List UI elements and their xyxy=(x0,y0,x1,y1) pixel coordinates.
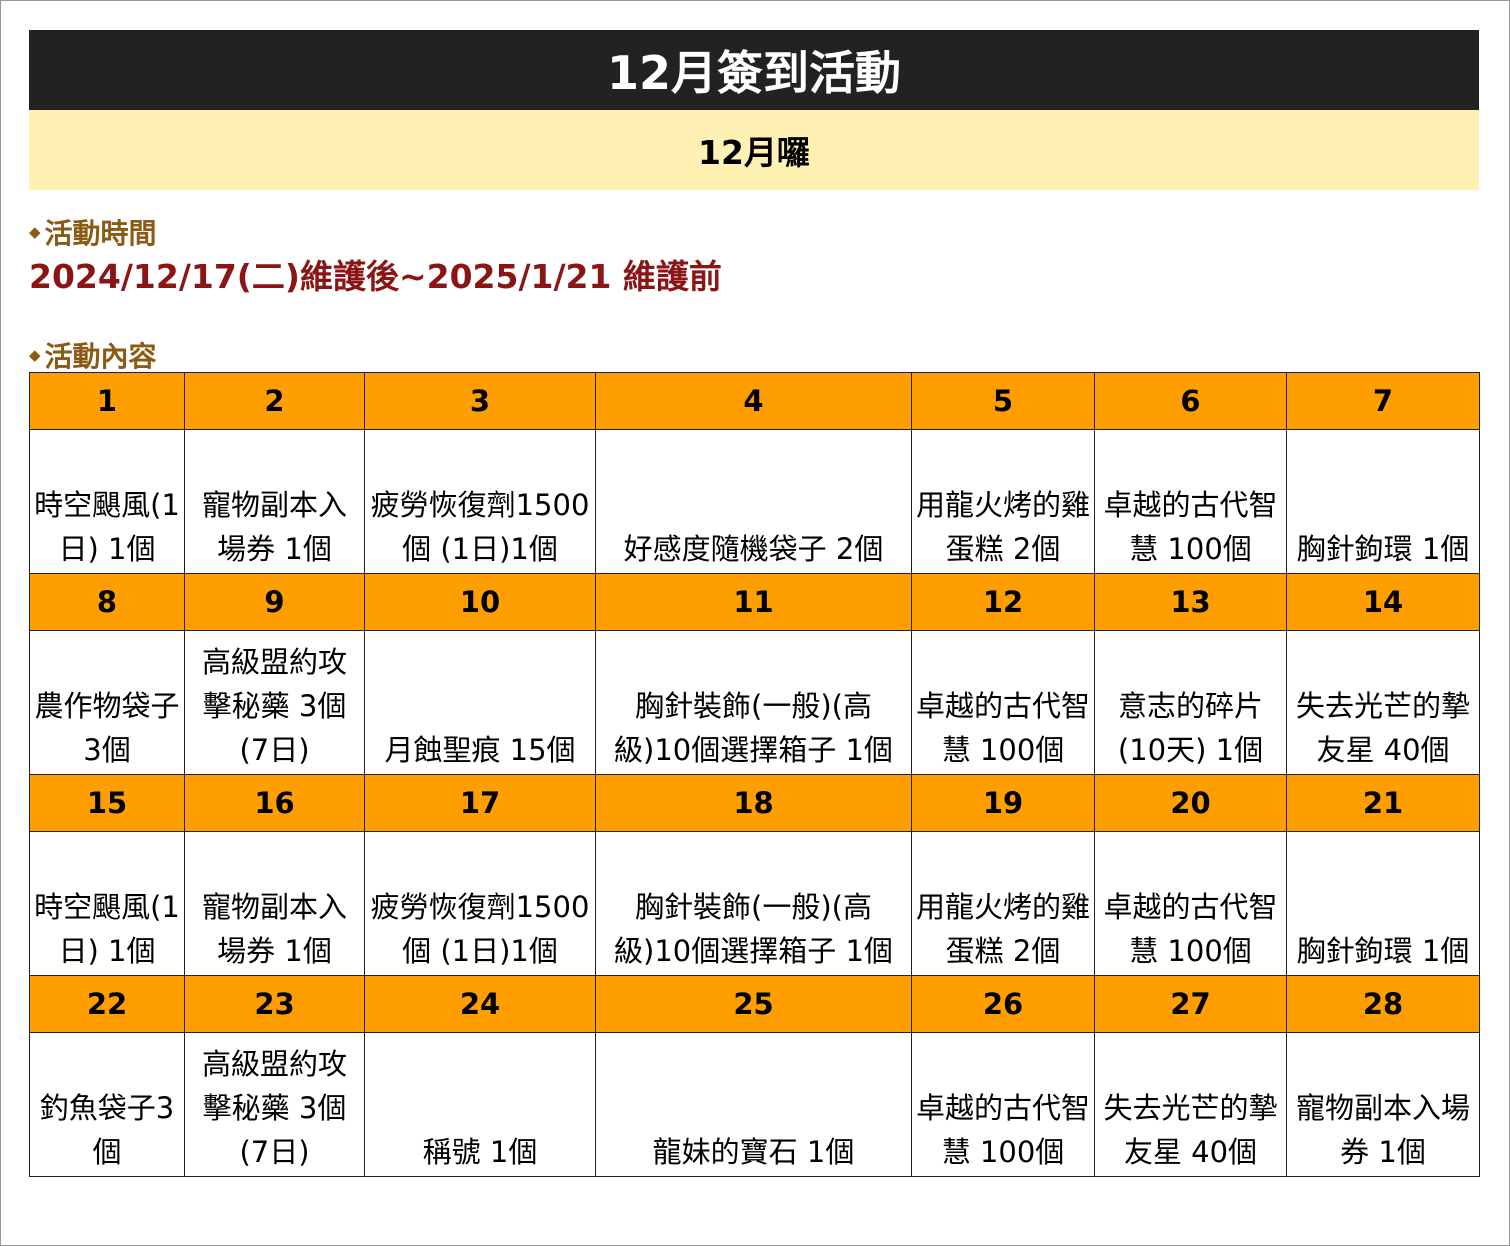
reward-row: 釣魚袋子3個 高級盟約攻擊秘藥 3個(7日) 稱號 1個 龍妹的寶石 1個 卓越的古代智… xyxy=(29,1032,1480,1177)
day-number-cell: 18 xyxy=(595,774,912,832)
reward-cell: 胸針裝飾(一般)(高級)10個選擇箱子 1個 xyxy=(595,831,912,976)
reward-cell: 時空颶風(1日) 1個 xyxy=(29,831,185,976)
day-number-cell: 28 xyxy=(1286,975,1480,1033)
day-number-cell: 14 xyxy=(1286,573,1480,631)
reward-cell: 卓越的古代智慧 100個 xyxy=(911,630,1095,775)
reward-cell: 失去光芒的摯友星 40個 xyxy=(1094,1032,1287,1177)
day-number-row: 1234567 xyxy=(29,372,1480,430)
day-number-cell: 8 xyxy=(29,573,185,631)
day-number-cell: 21 xyxy=(1286,774,1480,832)
day-number-row: 15 16 17 18 19 20 21 xyxy=(29,774,1480,832)
reward-calendar: 1 2 3 4 5 6 7 時空颶風(1日) 1個 寵物副本入場券 1個 疲勞恢復劑1500個 (… xyxy=(29,372,1480,1177)
day-number-cell: 25 xyxy=(595,975,912,1033)
reward-cell: 釣魚袋子3個 xyxy=(29,1032,185,1177)
day-number-cell: 5 xyxy=(911,372,1095,430)
day-number-cell: 15 xyxy=(29,774,185,832)
day-number-row: 22 23 24 25 26 27 28 xyxy=(29,975,1480,1033)
reward-cell: 高級盟約攻擊秘藥 3個(7日) xyxy=(184,1032,365,1177)
reward-cell: 高級盟約攻擊秘藥 3個(7日) xyxy=(184,630,365,775)
day-number-cell: 22 xyxy=(29,975,185,1033)
day-number-cell: 4 xyxy=(595,372,912,430)
day-number-cell: 13 xyxy=(1094,573,1287,631)
day-number-cell: 27 xyxy=(1094,975,1287,1033)
reward-cell: 用龍火烤的雞蛋糕 2個 xyxy=(911,831,1095,976)
day-number-cell: 1 xyxy=(29,372,185,430)
reward-cell: 稱號 1個 xyxy=(364,1032,596,1177)
day-number-cell: 23 xyxy=(184,975,365,1033)
day-number-cell: 12 xyxy=(911,573,1095,631)
day-number-cell: 10 xyxy=(364,573,596,631)
reward-cell: 用龍火烤的雞蛋糕 2個 xyxy=(911,429,1095,574)
reward-cell: 農作物袋子 3個 xyxy=(29,630,185,775)
day-number-cell: 7 xyxy=(1286,372,1480,430)
reward-cell: 胸針鉤環 1個 xyxy=(1286,429,1480,574)
day-number-cell: 17 xyxy=(364,774,596,832)
reward-cell: 卓越的古代智慧 100個 xyxy=(1094,429,1287,574)
reward-cell: 寵物副本入場券 1個 xyxy=(184,831,365,976)
day-number-cell: 2 xyxy=(184,372,365,430)
day-number-cell: 3 xyxy=(364,372,596,430)
event-period: 2024/12/17(二)維護後~2025/1/21 維護前 xyxy=(29,257,722,296)
reward-row: 時空颶風(1日) 1個 寵物副本入場券 1個 疲勞恢復劑1500個 (1日)1個 好感… xyxy=(29,429,1480,574)
day-number-row: 8 9 10 11 12 13 14 xyxy=(29,573,1480,631)
reward-cell: 寵物副本入場券 1個 xyxy=(184,429,365,574)
reward-cell: 失去光芒的摯友星 40個 xyxy=(1286,630,1480,775)
day-number-cell: 6 xyxy=(1094,372,1287,430)
day-number-cell: 16 xyxy=(184,774,365,832)
reward-cell: 好感度隨機袋子 2個 xyxy=(595,429,912,574)
day-number-cell: 11 xyxy=(595,573,912,631)
diamond-bullet-icon: ◆ xyxy=(29,223,41,241)
day-number-cell: 9 xyxy=(184,573,365,631)
diamond-bullet-icon: ◆ xyxy=(29,346,41,364)
reward-cell: 龍妹的寶石 1個 xyxy=(595,1032,912,1177)
reward-cell: 月蝕聖痕 15個 xyxy=(364,630,596,775)
day-number-cell: 24 xyxy=(364,975,596,1033)
section-heading-content: ◆ 活動內容 xyxy=(29,335,157,375)
reward-cell: 胸針鉤環 1個 xyxy=(1286,831,1480,976)
reward-cell: 寵物副本入場券 1個 xyxy=(1286,1032,1480,1177)
section-heading-label: 活動時間 xyxy=(44,217,157,250)
reward-cell: 時空颶風(1日) 1個 xyxy=(29,429,185,574)
reward-row: 時空颶風(1日) 1個 寵物副本入場券 1個 疲勞恢復劑1500個 (1日)1個 胸針… xyxy=(29,831,1480,976)
page-title: 12月簽到活動 xyxy=(29,30,1479,110)
reward-cell: 疲勞恢復劑1500個 (1日)1個 xyxy=(364,831,596,976)
page-subtitle: 12月囉 xyxy=(29,110,1479,190)
day-number-cell: 19 xyxy=(911,774,1095,832)
reward-cell: 胸針裝飾(一般)(高級)10個選擇箱子 1個 xyxy=(595,630,912,775)
reward-cell: 卓越的古代智慧 100個 xyxy=(911,1032,1095,1177)
reward-cell: 意志的碎片(10天) 1個 xyxy=(1094,630,1287,775)
section-heading-label: 活動內容 xyxy=(44,340,157,373)
reward-cell: 疲勞恢復劑1500個 (1日)1個 xyxy=(364,429,596,574)
day-number-cell: 20 xyxy=(1094,774,1287,832)
day-number-cell: 26 xyxy=(911,975,1095,1033)
reward-row: 農作物袋子 3個 高級盟約攻擊秘藥 3個(7日) 月蝕聖痕 15個 胸針裝飾(一般)(… xyxy=(29,630,1480,775)
reward-cell: 卓越的古代智慧 100個 xyxy=(1094,831,1287,976)
section-heading-time: ◆ 活動時間 xyxy=(29,212,157,252)
